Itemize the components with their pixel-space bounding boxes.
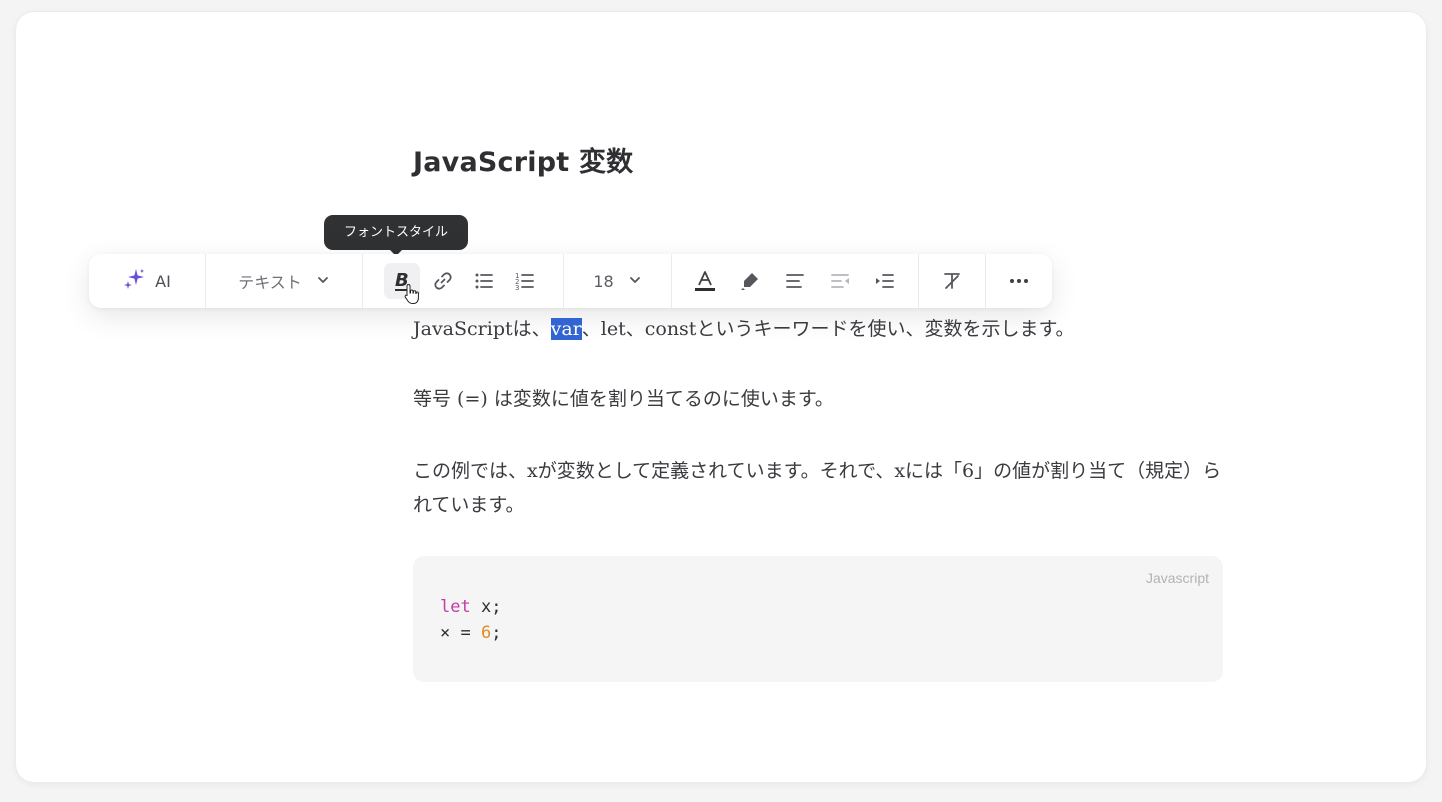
sparkle-icon (123, 267, 147, 295)
code-block[interactable]: Javascript let x; × = 6; (413, 556, 1223, 682)
code-keyword: let (440, 597, 471, 617)
document-title[interactable]: JavaScript 変数 (413, 140, 633, 179)
format-group: B 1 2 3 (363, 254, 563, 308)
outdent-icon (829, 270, 851, 292)
ai-button[interactable]: AI (89, 254, 205, 308)
paragraph[interactable]: 等号 (=) は変数に値を割り当てるのに使います。 (413, 384, 834, 411)
paragraph-text: 、let、constというキーワードを使い、変数を示します。 (581, 318, 1075, 340)
highlight-button[interactable] (732, 263, 768, 299)
code-text: = (450, 623, 481, 643)
paragraph[interactable]: JavaScriptは、var、let、constというキーワードを使い、変数を… (413, 314, 1075, 341)
code-text: × (440, 623, 451, 643)
code-content: let x; × = 6; (440, 594, 501, 646)
color-align-group (672, 254, 918, 308)
numbered-list-icon: 1 2 3 (514, 270, 536, 292)
link-icon (432, 270, 454, 292)
svg-text:3: 3 (515, 284, 519, 292)
code-line: × = 6; (440, 620, 501, 646)
code-text: x; (470, 597, 502, 617)
ai-label: AI (155, 271, 171, 291)
floating-toolbar: AI テキスト B 1 2 3 18 (89, 254, 1052, 308)
indent-button[interactable] (867, 263, 903, 299)
tooltip: フォントスタイル (324, 215, 468, 250)
more-button[interactable] (1001, 263, 1037, 299)
align-left-button[interactable] (777, 263, 813, 299)
hand-cursor-icon (404, 283, 420, 305)
font-size-dropdown[interactable]: 18 (564, 254, 671, 308)
more-group (986, 254, 1052, 308)
font-color-icon (694, 269, 716, 293)
bullet-list-button[interactable] (466, 263, 502, 299)
outdent-button[interactable] (822, 263, 858, 299)
font-color-button[interactable] (687, 263, 723, 299)
code-line: let x; (440, 594, 501, 620)
numbered-list-button[interactable]: 1 2 3 (507, 263, 543, 299)
text-style-label: テキスト (238, 273, 302, 292)
link-button[interactable] (425, 263, 461, 299)
indent-icon (874, 270, 896, 292)
bold-button[interactable]: B (383, 263, 420, 304)
code-text: ; (491, 623, 502, 643)
clear-format-button[interactable] (934, 263, 970, 299)
align-left-icon (784, 270, 806, 292)
paragraph-text: JavaScriptは、 (413, 318, 551, 340)
code-language-label[interactable]: Javascript (1146, 570, 1209, 586)
clear-format-group (919, 254, 985, 308)
code-number: 6 (480, 623, 492, 643)
paragraph[interactable]: この例では、xが変数として定義されています。それで、xには「6」の値が割り当て（… (413, 454, 1225, 522)
more-icon (1008, 270, 1030, 292)
bullet-list-icon (473, 270, 495, 292)
highlighter-icon (739, 270, 761, 292)
selected-text: var (550, 318, 582, 340)
text-style-dropdown[interactable]: テキスト (206, 254, 362, 308)
chevron-down-icon (316, 272, 330, 291)
font-size-value: 18 (593, 271, 614, 291)
chevron-down-icon (628, 272, 642, 291)
clear-format-icon (941, 270, 963, 292)
